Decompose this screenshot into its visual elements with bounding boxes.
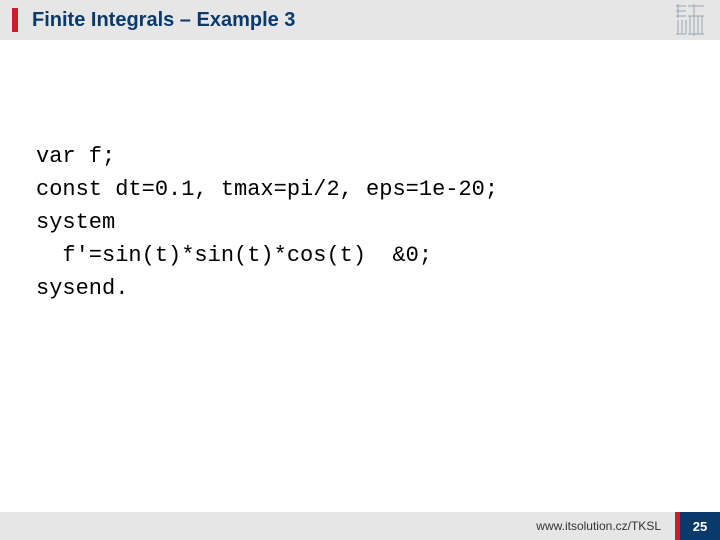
slide-footer: www.itsolution.cz/TKSL 25 — [0, 512, 720, 540]
slide-header: Finite Integrals – Example 3 — [0, 0, 720, 40]
footer-url: www.itsolution.cz/TKSL — [536, 519, 661, 533]
slide-content: var f; const dt=0.1, tmax=pi/2, eps=1e-2… — [0, 40, 720, 512]
logo-icon — [674, 4, 706, 41]
code-block: var f; const dt=0.1, tmax=pi/2, eps=1e-2… — [36, 140, 684, 305]
code-line: f'=sin(t)*sin(t)*cos(t) &0; — [36, 243, 432, 268]
code-line: var f; — [36, 144, 115, 169]
page-title: Finite Integrals – Example 3 — [32, 9, 295, 32]
slide: Finite Integrals – Example 3 — [0, 0, 720, 540]
code-line: sysend. — [36, 276, 128, 301]
code-line: system — [36, 210, 115, 235]
page-number: 25 — [680, 512, 720, 540]
footer-bar: www.itsolution.cz/TKSL — [0, 512, 675, 540]
accent-bar — [12, 8, 18, 32]
code-line: const dt=0.1, tmax=pi/2, eps=1e-20; — [36, 177, 498, 202]
